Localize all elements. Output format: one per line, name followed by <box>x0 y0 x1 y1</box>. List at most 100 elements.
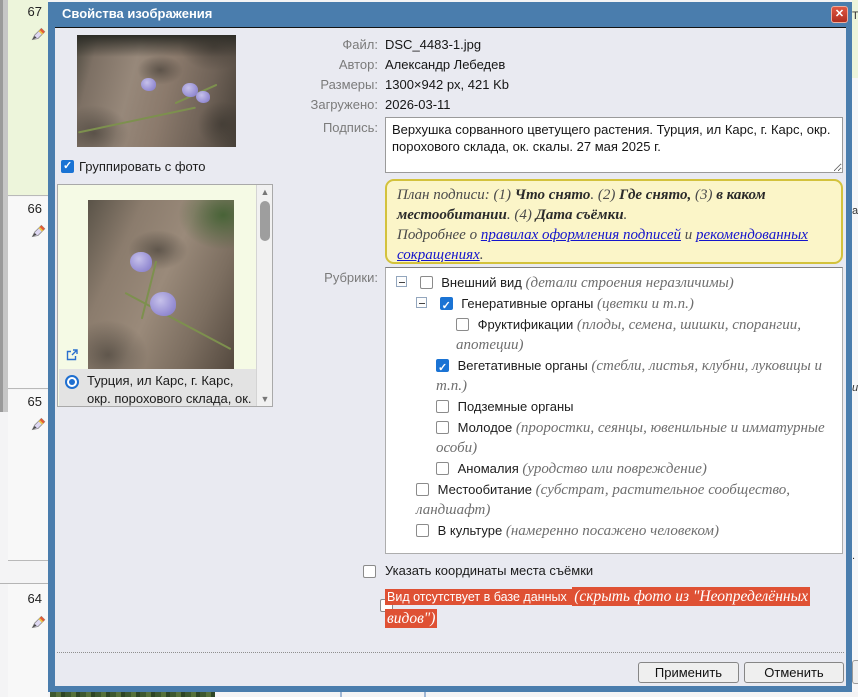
uploaded-value: 2026-03-11 <box>385 97 451 112</box>
rubric-row: Местообитание (субстрат, растительное со… <box>386 480 836 520</box>
species-absent-plain: Вид отсутствует в базе данных <box>385 589 572 605</box>
rubric-checkbox[interactable] <box>436 400 449 413</box>
rubric-checkbox[interactable] <box>436 421 449 434</box>
group-radio[interactable] <box>65 375 79 389</box>
scrollbar-thumb[interactable] <box>260 201 270 241</box>
cancel-button[interactable]: Отменить <box>744 662 844 683</box>
row-number: 67 <box>28 4 42 19</box>
rubric-annotation: (уродство или повреждение) <box>522 461 706 477</box>
listbox-scrollbar[interactable]: ▲ ▼ <box>256 185 272 406</box>
group-with-photo-label: Группировать с фото <box>79 159 206 174</box>
caption-rules-link[interactable]: правилах оформления подписей <box>481 227 681 243</box>
rubric-row: В культуре (намеренно посажено человеком… <box>386 521 836 541</box>
caption-hint-box: План подписи: (1) Что снято. (2) Где сня… <box>385 179 843 264</box>
hint-bold: Что снято <box>515 187 591 203</box>
bg-text-fragment: Т <box>852 10 858 24</box>
photo-group-listbox[interactable]: Турция, ил Карс, г. Карс, окр. пороховог… <box>57 184 273 407</box>
hint-text: . (4) <box>507 207 536 223</box>
hint-bold: Где снято, <box>619 187 691 203</box>
rubric-checkbox[interactable] <box>456 318 469 331</box>
row-number: 64 <box>28 591 42 606</box>
caption-textarea[interactable]: Верхушка сорванного цветущего растения. … <box>385 117 843 173</box>
rubric-label: Местообитание <box>438 482 532 497</box>
bg-text-fragment: . <box>852 550 858 564</box>
bg-text-fragment: и <box>852 382 858 396</box>
rubric-label: Фруктификации <box>478 317 574 332</box>
hint-text: . (2) <box>590 187 619 203</box>
rubric-checkbox[interactable] <box>420 276 433 289</box>
rubric-checkbox[interactable] <box>416 524 429 537</box>
scroll-down-icon[interactable]: ▼ <box>257 392 273 406</box>
row-number: 65 <box>28 394 42 409</box>
rubric-label: Генеративные органы <box>461 296 593 311</box>
rubric-row: Молодое (проростки, сеянцы, ювенильные и… <box>386 418 836 458</box>
rubric-row: Вегетативные органы (стебли, листья, клу… <box>386 356 836 396</box>
page-scrollbar[interactable] <box>0 0 8 412</box>
rubric-checkbox[interactable] <box>440 297 453 310</box>
rubric-row: Подземные органы <box>386 397 836 417</box>
rubric-checkbox[interactable] <box>436 462 449 475</box>
row-number: 66 <box>28 201 42 216</box>
group-with-photo-row: Группировать с фото <box>61 159 206 174</box>
rubric-label: Вегетативные органы <box>458 358 588 373</box>
edit-pencil-icon[interactable] <box>29 613 47 631</box>
dialog-titlebar[interactable]: Свойства изображения ✕ <box>48 2 852 27</box>
scroll-up-icon[interactable]: ▲ <box>257 185 273 199</box>
hint-text: и <box>681 227 696 243</box>
file-value: DSC_4483-1.jpg <box>385 37 481 52</box>
group-caption: Турция, ил Карс, г. Карс, окр. пороховог… <box>87 372 259 407</box>
apply-button[interactable]: Применить <box>638 662 739 683</box>
species-absent-label: Вид отсутствует в базе данных (скрыть фо… <box>385 586 809 629</box>
rubric-checkbox[interactable] <box>436 359 449 372</box>
author-value: Александр Лебедев <box>385 57 505 72</box>
external-link-icon[interactable] <box>65 348 79 362</box>
bg-button-fragment <box>852 660 858 684</box>
table-row: 64 <box>8 584 48 697</box>
hint-text: Подробнее о <box>397 227 481 243</box>
size-value: 1300×942 px, 421 Kb <box>385 77 509 92</box>
edit-pencil-icon[interactable] <box>29 415 47 433</box>
rubrics-label: Рубрики: <box>260 270 378 285</box>
hint-text: . <box>624 207 628 223</box>
bg-table-line <box>424 692 426 697</box>
bg-table-line <box>340 692 342 697</box>
uploaded-label: Загружено: <box>260 97 378 112</box>
hint-text: План подписи: (1) <box>397 187 515 203</box>
rubric-annotation: (намеренно посажено человеком) <box>506 523 719 539</box>
rubric-row: Фруктификации (плоды, семена, шишки, спо… <box>386 315 836 355</box>
bg-text-fragment: а <box>852 205 858 219</box>
hint-text: . <box>480 247 484 263</box>
group-with-photo-checkbox[interactable] <box>61 160 74 173</box>
collapse-icon[interactable] <box>416 297 427 308</box>
hint-bold: Дата съёмки <box>536 207 624 223</box>
collapse-icon[interactable] <box>396 276 407 287</box>
rubric-row: Внешний вид (детали строения неразличимы… <box>386 273 836 293</box>
table-row: 65 <box>8 390 48 561</box>
rubric-label: Аномалия <box>458 461 519 476</box>
footer-divider <box>57 652 844 653</box>
selected-photo-group-item[interactable]: Турция, ил Карс, г. Карс, окр. пороховог… <box>59 369 257 407</box>
edit-pencil-icon[interactable] <box>29 222 47 240</box>
rubric-label: Подземные органы <box>458 399 574 414</box>
rubric-row: Генеративные органы (цветки и т.п.) <box>386 294 836 314</box>
table-row: 67 <box>8 0 48 196</box>
coords-checkbox[interactable] <box>363 565 376 578</box>
file-label: Файл: <box>260 37 378 52</box>
rubric-annotation: (цветки и т.п.) <box>597 296 694 312</box>
rubric-annotation: (детали строения неразличимы) <box>525 275 733 291</box>
rubric-label: В культуре <box>438 523 503 538</box>
close-icon[interactable]: ✕ <box>831 6 848 23</box>
rubrics-tree[interactable]: Внешний вид (детали строения неразличимы… <box>385 267 843 554</box>
caption-label: Подпись: <box>260 120 378 135</box>
hint-text: (3) <box>691 187 716 203</box>
table-row: 66 <box>8 197 48 389</box>
rubric-label: Внешний вид <box>441 275 522 290</box>
size-label: Размеры: <box>260 77 378 92</box>
rubric-row: Аномалия (уродство или повреждение) <box>386 459 836 479</box>
author-label: Автор: <box>260 57 378 72</box>
photo-preview <box>77 35 236 147</box>
rubric-checkbox[interactable] <box>416 483 429 496</box>
group-photo-thumbnail <box>88 200 234 369</box>
edit-pencil-icon[interactable] <box>29 25 47 43</box>
bg-photo-sliver <box>50 692 215 697</box>
